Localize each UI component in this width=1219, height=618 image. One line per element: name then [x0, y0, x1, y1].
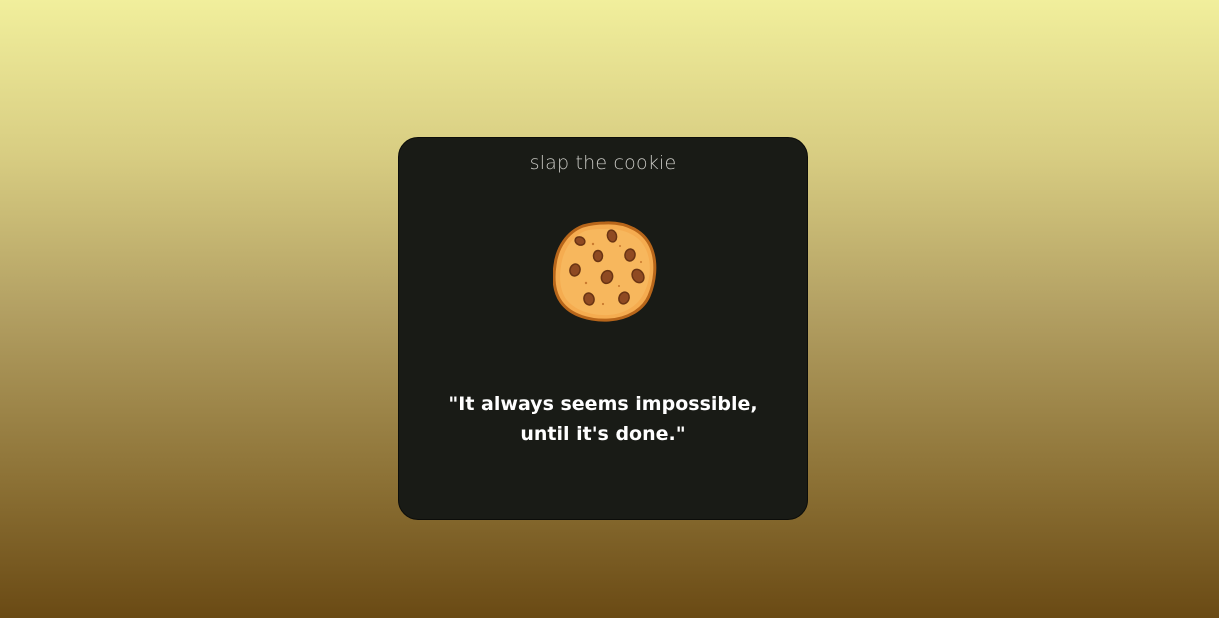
quote-card: slap the cookie "It always seems impossi…: [398, 137, 808, 520]
quote-text: "It always seems impossible, until it's …: [439, 389, 767, 449]
cookie-icon: [553, 221, 657, 322]
card-title: slap the cookie: [529, 152, 677, 174]
quote-line-1: "It always seems impossible,: [448, 393, 758, 415]
cookie-button[interactable]: [553, 220, 657, 322]
quote-line-2: until it's done.": [520, 423, 686, 445]
